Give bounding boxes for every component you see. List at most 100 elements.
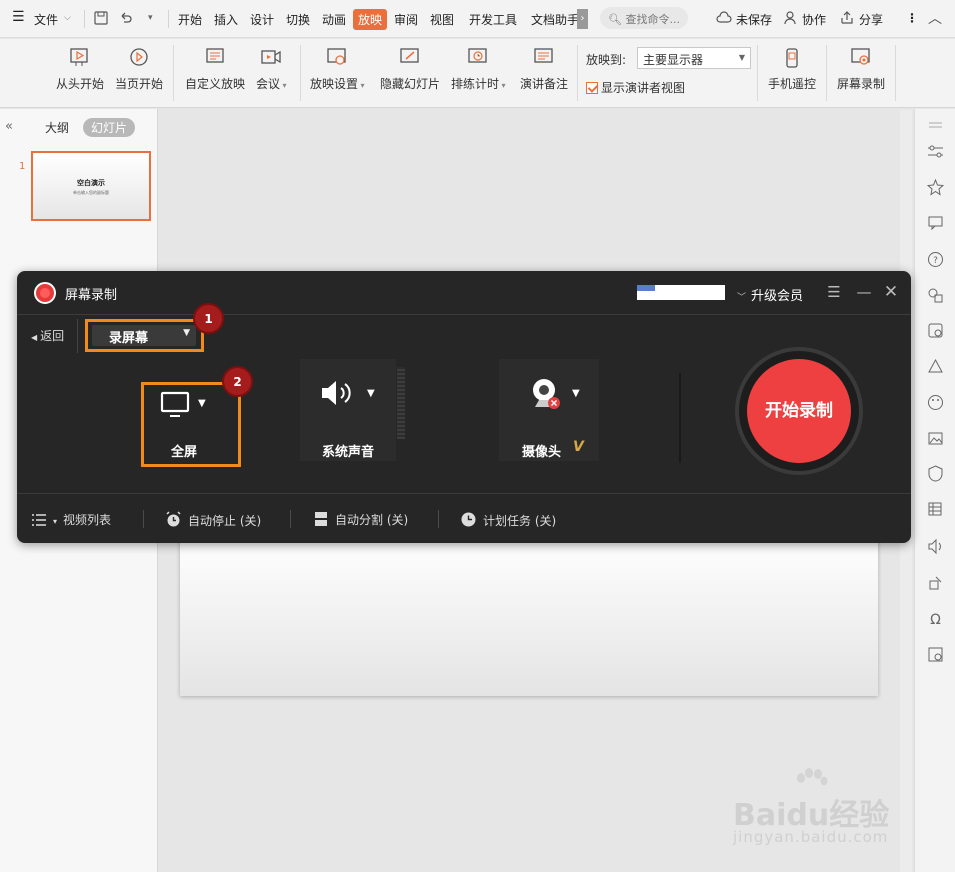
record-mode-select[interactable]: 录屏幕 ▼ — [85, 319, 204, 352]
tab-outline[interactable]: 大纲 — [45, 119, 69, 136]
sliders-icon[interactable] — [927, 143, 944, 160]
monitor-select[interactable]: 主要显示器 ▼ — [637, 47, 751, 69]
divider — [168, 10, 169, 28]
back-label: 返回 — [40, 329, 65, 343]
share-button[interactable]: 分享 — [859, 11, 883, 28]
tab-transition[interactable]: 切换 — [286, 11, 310, 28]
minimize-icon[interactable]: — — [855, 283, 873, 301]
slide-canvas[interactable] — [180, 534, 878, 696]
command-search[interactable]: 🔍︎ 查找命令... — [600, 7, 688, 29]
omega-icon[interactable]: Ω — [927, 610, 944, 628]
close-icon[interactable]: ✕ — [882, 283, 900, 301]
palette-icon[interactable] — [927, 394, 944, 411]
back-button[interactable]: ◀ 返回 — [31, 327, 64, 344]
tabs-overflow-icon[interactable]: › — [577, 9, 588, 29]
slide-thumbnail[interactable]: 空白演示 单击输入您的副标题 — [31, 151, 151, 221]
divider — [895, 45, 896, 101]
menu-icon[interactable]: ☰ — [825, 283, 843, 301]
from-current-button[interactable]: 当页开始 — [115, 47, 163, 92]
shield-icon[interactable] — [927, 465, 944, 482]
custom-show-button[interactable]: 自定义放映 — [185, 47, 245, 92]
fullscreen-source[interactable]: ▼ 全屏 — [151, 385, 241, 461]
camera-label: 摄像头 — [522, 445, 562, 460]
tab-developer[interactable]: 开发工具 — [469, 11, 517, 28]
watermark-url: jingyan.baidu.com — [733, 828, 889, 846]
image-icon[interactable] — [927, 430, 944, 447]
schedule-task-button[interactable]: 计划任务 (关) — [460, 511, 556, 529]
from-start-button[interactable]: 从头开始 — [56, 47, 104, 92]
fill-icon[interactable] — [927, 358, 944, 375]
camera-option[interactable]: ▼ 摄像头 V — [499, 359, 599, 461]
star-icon[interactable] — [926, 178, 945, 196]
collapse-ribbon-icon[interactable]: ︿ — [928, 8, 942, 28]
collaborate-button[interactable]: 协作 — [802, 11, 826, 28]
collaborate-icon — [784, 11, 798, 28]
tab-design[interactable]: 设计 — [250, 11, 274, 28]
thumbnail-title: 空白演示 — [77, 179, 105, 187]
menu-bar: ☰ 文件 ⌵ ▾ 开始 插入 设计 切换 动画 放映 审阅 视图 开发工具 文档… — [0, 0, 955, 38]
system-sound-option[interactable]: ▼ 系统声音 — [300, 359, 396, 461]
hamburger-menu-icon[interactable]: ☰ — [12, 9, 25, 25]
tab-doc-assistant[interactable]: 文档助手 — [531, 11, 577, 28]
file-dropdown-icon[interactable]: ⌵ — [64, 13, 71, 23]
hide-slide-button[interactable]: 隐藏幻灯片 — [380, 47, 440, 92]
file-menu[interactable]: 文件 — [34, 11, 58, 28]
picture-edit-icon[interactable] — [927, 322, 944, 339]
speaker-notes-icon — [532, 47, 556, 69]
recorder-logo-icon — [34, 282, 56, 304]
auto-split-button[interactable]: 自动分割 (关) — [313, 511, 408, 528]
share-icon — [840, 11, 854, 28]
tab-slides[interactable]: 幻灯片 — [83, 118, 136, 137]
monitor-select-value: 主要显示器 — [643, 53, 704, 67]
help-icon[interactable]: ? — [927, 251, 944, 268]
screen-record-icon — [849, 47, 873, 69]
divider — [84, 10, 85, 28]
drag-handle-icon[interactable] — [927, 117, 944, 134]
video-list-button[interactable]: ▾ 视频列表 — [31, 511, 111, 528]
meeting-button[interactable]: 会议 ▾ — [256, 47, 287, 92]
shapes-icon[interactable] — [927, 287, 944, 304]
screen-record-button[interactable]: 屏幕录制 — [837, 47, 885, 92]
start-record-ring: 开始录制 — [735, 347, 863, 475]
schedule-task-label: 计划任务 (关) — [483, 514, 557, 528]
save-icon[interactable] — [94, 11, 108, 28]
chevron-down-icon: ▼ — [572, 388, 580, 399]
volume-meter — [397, 367, 405, 439]
tab-review[interactable]: 审阅 — [394, 11, 418, 28]
tab-slideshow[interactable]: 放映 — [353, 9, 388, 30]
presenter-view-checkbox[interactable]: 显示演讲者视图 — [586, 79, 685, 96]
undo-icon[interactable] — [119, 11, 133, 28]
phone-remote-button[interactable]: 手机遥控 — [768, 47, 816, 92]
slide-settings-icon[interactable] — [927, 646, 944, 663]
slide-number: 1 — [19, 161, 26, 172]
account-field[interactable] — [637, 285, 725, 300]
right-toolbar: ? Ω — [914, 109, 955, 872]
video-meeting-icon — [259, 47, 283, 69]
quick-access-dropdown-icon[interactable]: ▾ — [148, 13, 153, 23]
upgrade-vip-button[interactable]: ﹀ 升级会员 — [737, 285, 803, 304]
tools-icon[interactable] — [927, 574, 944, 591]
auto-stop-button[interactable]: 自动停止 (关) — [165, 511, 261, 529]
show-settings-button[interactable]: 放映设置 ▾ — [310, 47, 365, 92]
webcam-icon — [533, 379, 560, 409]
more-options-icon[interactable]: ⋮ — [906, 11, 918, 25]
tab-insert[interactable]: 插入 — [214, 11, 238, 28]
start-record-button[interactable]: 开始录制 — [747, 359, 851, 463]
rehearse-button[interactable]: 排练计时 ▾ — [451, 47, 506, 92]
collapse-panel-icon[interactable]: « — [5, 119, 13, 134]
chevron-down-icon: ▼ — [738, 53, 745, 62]
svg-text:?: ? — [933, 256, 938, 266]
tab-home[interactable]: 开始 — [178, 11, 202, 28]
rehearse-timer-icon — [466, 47, 490, 69]
tab-view[interactable]: 视图 — [430, 11, 454, 28]
speaker-notes-label: 演讲备注 — [520, 77, 569, 91]
speaker-icon[interactable] — [927, 538, 944, 555]
tab-animation[interactable]: 动画 — [322, 11, 346, 28]
unsaved-status[interactable]: 未保存 — [736, 11, 772, 28]
table-edit-icon[interactable] — [927, 501, 944, 518]
list-icon — [32, 514, 46, 526]
thumbnail-subtitle: 单击输入您的副标题 — [73, 190, 109, 195]
comment-icon[interactable] — [927, 214, 944, 231]
vip-mark: V — [573, 439, 584, 455]
speaker-notes-button[interactable]: 演讲备注 — [520, 47, 568, 92]
